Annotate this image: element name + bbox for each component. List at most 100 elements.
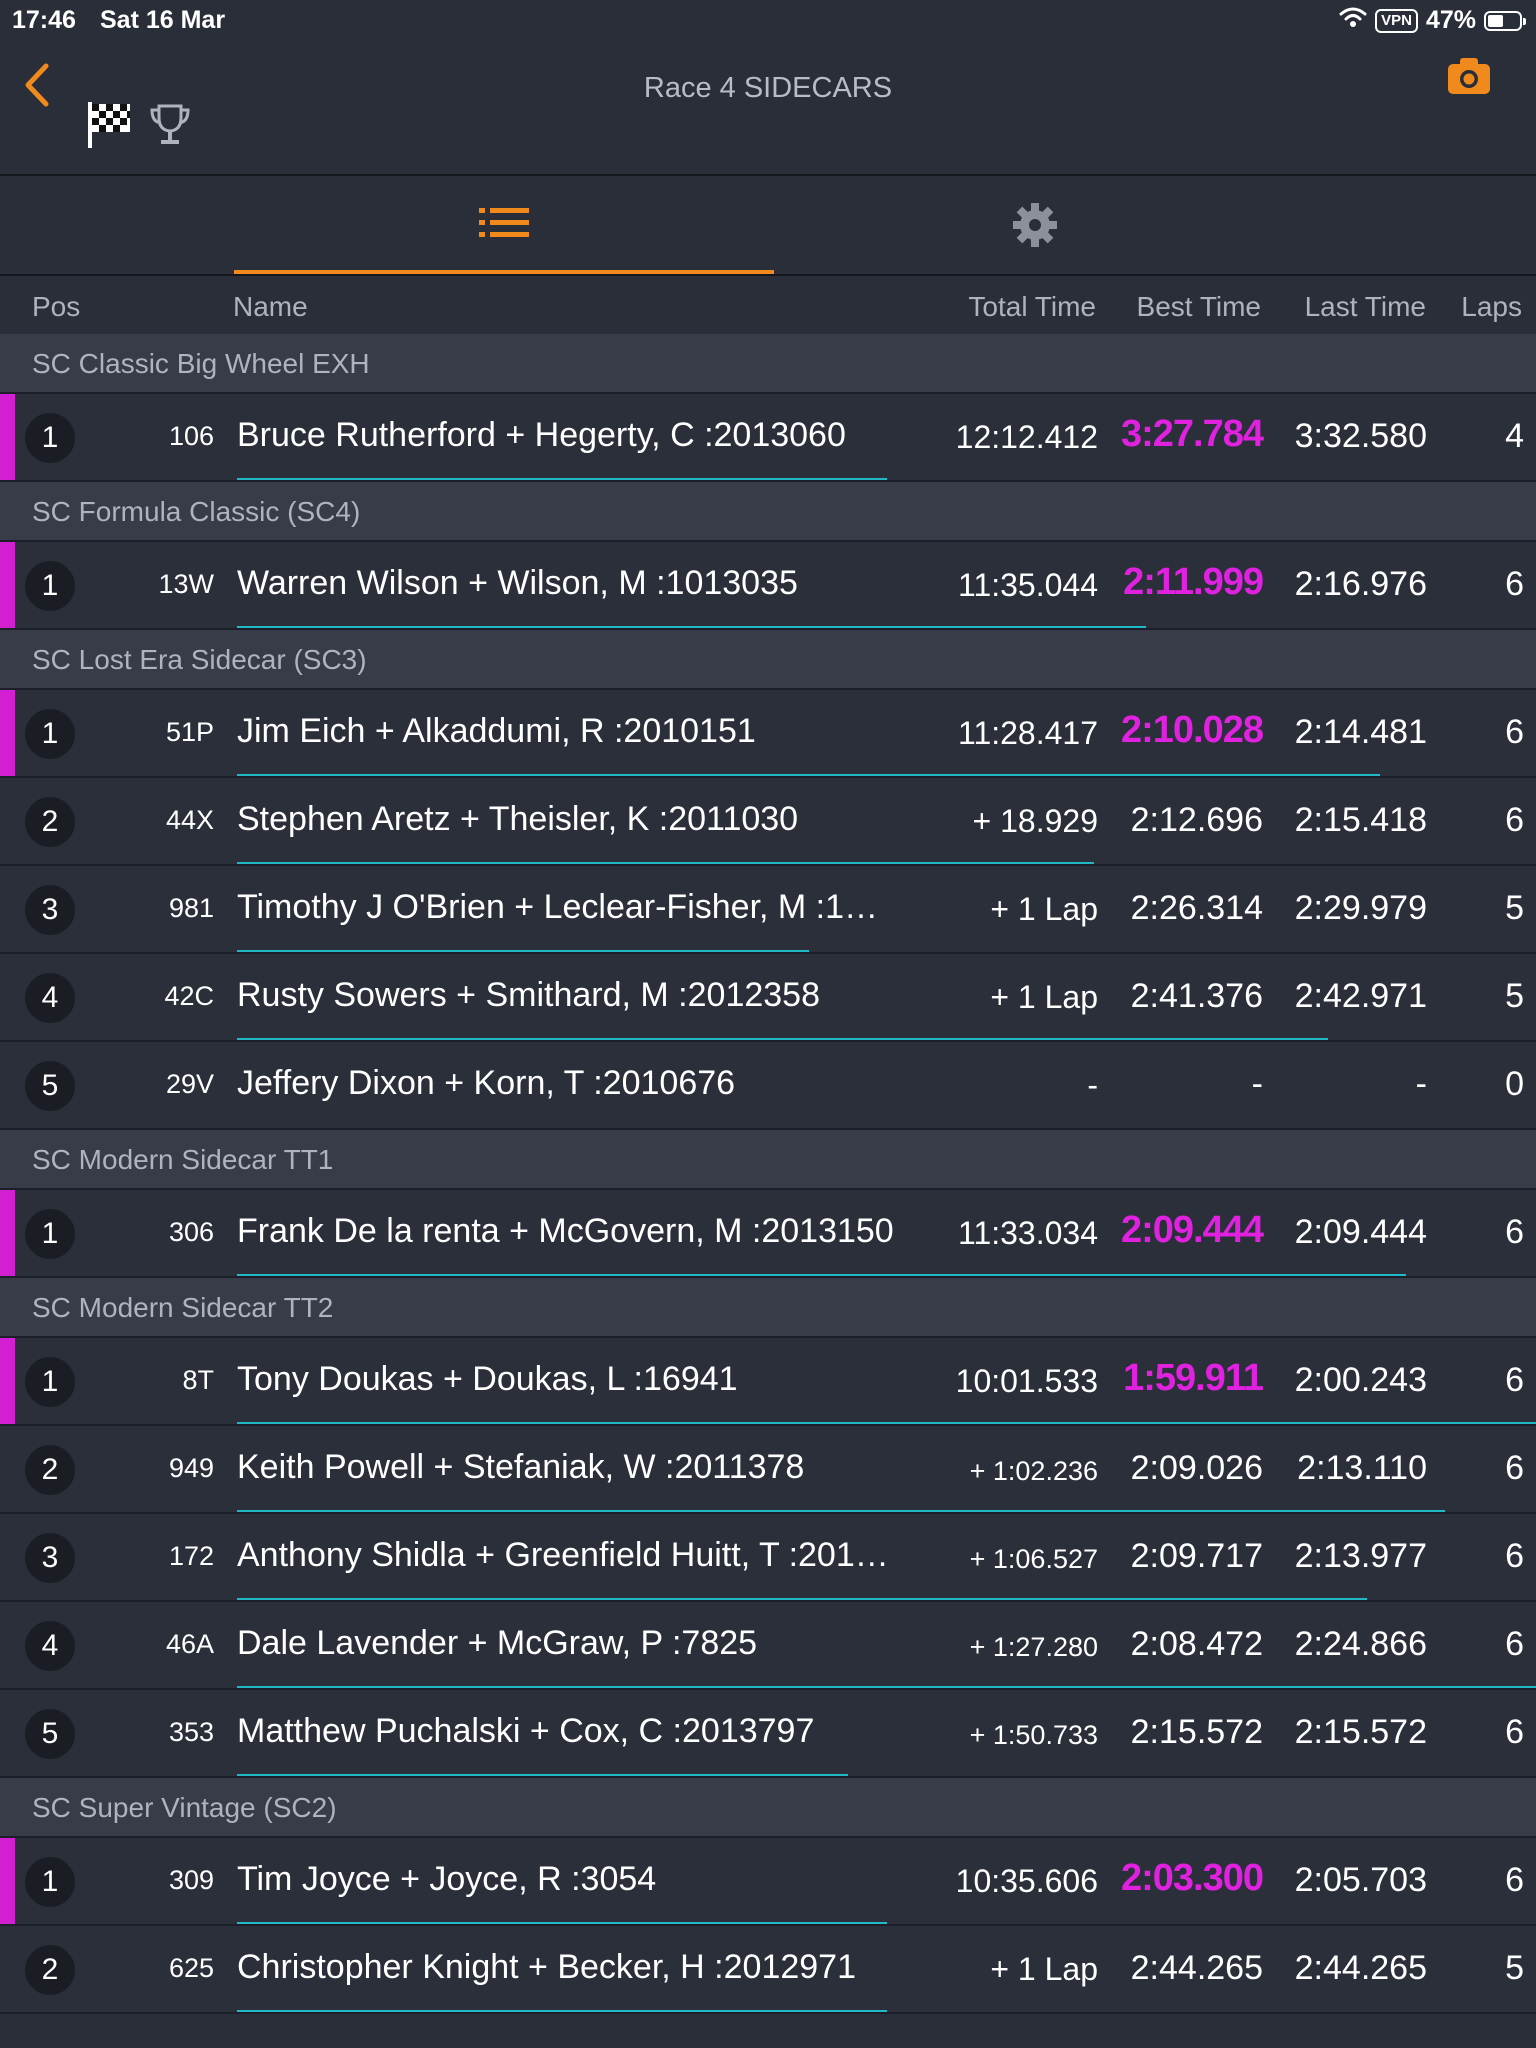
best-time: - bbox=[1251, 1065, 1263, 1103]
camera-button[interactable] bbox=[1446, 54, 1492, 100]
result-row[interactable]: 1 306 Frank De la renta + McGovern, M :201… bbox=[0, 1190, 1536, 1278]
total-time: + 1:06.527 bbox=[969, 1544, 1098, 1574]
tab-settings[interactable] bbox=[780, 176, 1290, 274]
race-number: 106 bbox=[168, 421, 214, 451]
race-number: 306 bbox=[168, 1217, 214, 1247]
lap-progress-bar bbox=[237, 950, 809, 952]
rider-name: Christopher Knight + Becker, H :2012971 bbox=[237, 1948, 856, 1986]
battery-percent: 47% bbox=[1425, 6, 1476, 34]
result-row[interactable]: 2 949 Keith Powell + Stefaniak, W :2011378… bbox=[0, 1426, 1536, 1514]
col-last-time[interactable]: Last Time bbox=[1305, 291, 1426, 323]
rider-name: Anthony Shidla + Greenfield Huitt, T :20… bbox=[237, 1536, 889, 1574]
lap-progress-bar bbox=[237, 1922, 887, 1924]
race-number: 29V bbox=[165, 1069, 214, 1099]
race-number: 309 bbox=[168, 1865, 214, 1895]
result-row[interactable]: 1 106 Bruce Rutherford + Hegerty, C :20130… bbox=[0, 394, 1536, 482]
rider-name: Keith Powell + Stefaniak, W :2011378 bbox=[237, 1448, 805, 1486]
race-number: 13W bbox=[158, 569, 214, 599]
result-row[interactable]: 5 353 Matthew Puchalski + Cox, C :2013797 +… bbox=[0, 1690, 1536, 1778]
class-group-header: SC Modern Sidecar TT1 bbox=[0, 1130, 1536, 1190]
best-time: 1:59.911 bbox=[1123, 1357, 1264, 1399]
lap-progress-bar bbox=[237, 774, 1380, 776]
tab-results-list[interactable] bbox=[234, 176, 774, 274]
result-row[interactable]: 3 981 Timothy J O'Brien + Leclear-Fisher, … bbox=[0, 866, 1536, 954]
rider-name: Tim Joyce + Joyce, R :3054 bbox=[237, 1860, 657, 1898]
app-header: Race 4 SIDECARS bbox=[0, 40, 1536, 176]
result-row[interactable]: 2 44X Stephen Aretz + Theisler, K :2011030… bbox=[0, 778, 1536, 866]
last-time: 2:16.976 bbox=[1294, 565, 1427, 603]
total-time: 12:12.412 bbox=[955, 419, 1098, 455]
last-time: 2:15.572 bbox=[1294, 1713, 1427, 1751]
total-time: 11:33.034 bbox=[958, 1215, 1098, 1251]
total-time: + 18.929 bbox=[972, 803, 1098, 839]
total-time: + 1:50.733 bbox=[969, 1720, 1098, 1750]
last-time: 2:00.243 bbox=[1294, 1361, 1427, 1399]
result-row[interactable]: 3 172 Anthony Shidla + Greenfield Huitt, T… bbox=[0, 1514, 1536, 1602]
col-laps[interactable]: Laps bbox=[1461, 291, 1522, 323]
lap-progress-bar bbox=[237, 1422, 1536, 1424]
result-row[interactable]: 1 8T Tony Doukas + Doukas, L :16941 10:01.5… bbox=[0, 1338, 1536, 1426]
race-number: 8T bbox=[182, 1365, 214, 1395]
page-title: Race 4 SIDECARS bbox=[643, 72, 893, 104]
result-row[interactable]: 5 29V Jeffery Dixon + Korn, T :2010676 - - - 0 bbox=[0, 1042, 1536, 1130]
position-badge: 5 bbox=[25, 1709, 75, 1759]
total-time: 11:35.044 bbox=[958, 567, 1098, 603]
position-badge: 3 bbox=[25, 885, 75, 935]
laps-count: 6 bbox=[1505, 1625, 1524, 1663]
col-total-time[interactable]: Total Time bbox=[968, 291, 1096, 323]
result-row[interactable]: 1 51P Jim Eich + Alkaddumi, R :2010151 11:2… bbox=[0, 690, 1536, 778]
last-time: 2:14.481 bbox=[1294, 713, 1427, 751]
laps-count: 6 bbox=[1505, 713, 1524, 751]
position-badge: 5 bbox=[25, 1061, 75, 1111]
col-pos[interactable]: Pos bbox=[32, 291, 80, 323]
best-time: 3:27.784 bbox=[1120, 413, 1264, 455]
total-time: 10:01.533 bbox=[955, 1363, 1098, 1399]
class-group-header: SC Lost Era Sidecar (SC3) bbox=[0, 630, 1536, 690]
lap-progress-bar bbox=[237, 1598, 1367, 1600]
rider-name: Frank De la renta + McGovern, M :2013150 bbox=[237, 1212, 894, 1250]
rider-name: Stephen Aretz + Theisler, K :2011030 bbox=[237, 800, 799, 838]
total-time: 10:35.606 bbox=[955, 1863, 1098, 1899]
laps-count: 4 bbox=[1505, 417, 1524, 455]
best-time: 2:41.376 bbox=[1130, 977, 1263, 1015]
rider-name: Timothy J O'Brien + Leclear-Fisher, M :1… bbox=[237, 888, 879, 926]
best-time: 2:09.026 bbox=[1130, 1449, 1263, 1487]
best-time: 2:44.265 bbox=[1130, 1949, 1263, 1987]
best-time: 2:08.472 bbox=[1130, 1625, 1263, 1663]
last-time: 2:44.265 bbox=[1294, 1949, 1427, 1987]
last-time: 3:32.580 bbox=[1294, 417, 1427, 455]
last-time: 2:09.444 bbox=[1294, 1213, 1427, 1251]
col-best-time[interactable]: Best Time bbox=[1137, 291, 1261, 323]
total-time: + 1 Lap bbox=[990, 891, 1098, 927]
last-time: 2:15.418 bbox=[1294, 801, 1427, 839]
laps-count: 5 bbox=[1505, 1949, 1524, 1987]
laps-count: 5 bbox=[1505, 977, 1524, 1015]
last-time: 2:13.977 bbox=[1294, 1537, 1427, 1575]
best-time: 2:10.028 bbox=[1120, 709, 1264, 751]
list-icon bbox=[479, 208, 529, 237]
rider-name: Dale Lavender + McGraw, P :7825 bbox=[237, 1624, 758, 1662]
lap-progress-bar bbox=[237, 1038, 1328, 1040]
race-number: 172 bbox=[168, 1541, 214, 1571]
result-row[interactable]: 4 46A Dale Lavender + McGraw, P :7825 + 1:2… bbox=[0, 1602, 1536, 1690]
total-time: - bbox=[1087, 1067, 1098, 1103]
status-time: 17:46 bbox=[12, 6, 76, 34]
result-row[interactable]: 1 309 Tim Joyce + Joyce, R :3054 10:35.606 2… bbox=[0, 1838, 1536, 1926]
result-row[interactable]: 2 625 Christopher Knight + Becker, H :2012… bbox=[0, 1926, 1536, 2014]
col-name[interactable]: Name bbox=[233, 291, 308, 323]
class-group-header: SC Classic Big Wheel EXH bbox=[0, 334, 1536, 394]
class-group-header: SC Modern Sidecar TT2 bbox=[0, 1278, 1536, 1338]
rider-name: Jim Eich + Alkaddumi, R :2010151 bbox=[237, 712, 756, 750]
trophy-button[interactable] bbox=[148, 102, 192, 148]
race-number: 42C bbox=[164, 981, 214, 1011]
laps-count: 6 bbox=[1505, 801, 1524, 839]
wifi-icon bbox=[1339, 6, 1367, 35]
result-row[interactable]: 4 42C Rusty Sowers + Smithard, M :2012358 +… bbox=[0, 954, 1536, 1042]
checkered-flag-button[interactable] bbox=[86, 100, 132, 150]
status-date: Sat 16 Mar bbox=[100, 6, 226, 34]
laps-count: 6 bbox=[1505, 565, 1524, 603]
column-headers: Pos Name Total Time Best Time Last Time … bbox=[0, 276, 1536, 332]
result-row[interactable]: 1 13W Warren Wilson + Wilson, M :1013035 11… bbox=[0, 542, 1536, 630]
race-number: 44X bbox=[165, 805, 214, 835]
position-badge: 4 bbox=[25, 1621, 75, 1671]
